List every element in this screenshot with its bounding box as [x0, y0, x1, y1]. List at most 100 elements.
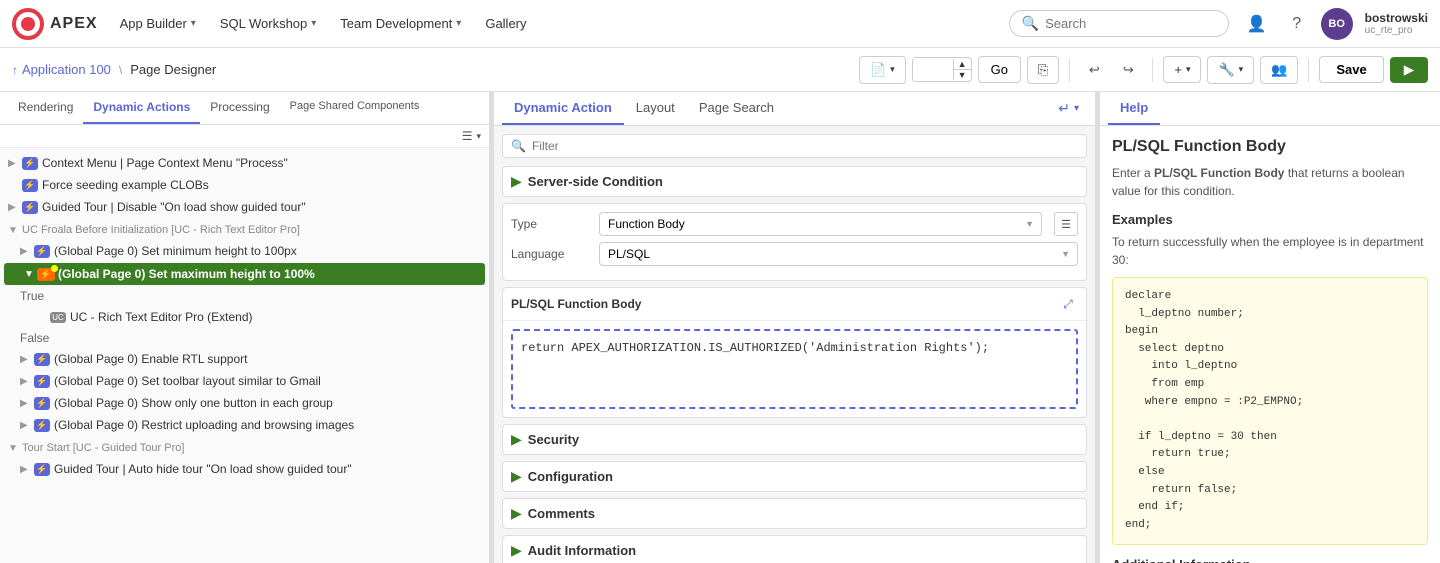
tab-help[interactable]: Help	[1108, 92, 1160, 125]
user-info[interactable]: bostrowski uc_rte_pro	[1365, 11, 1428, 36]
tree-item-guided-tour-auto[interactable]: ▶ ⚡ Guided Tour | Auto hide tour "On loa…	[0, 458, 489, 480]
top-navigation: APEX App Builder ▾ SQL Workshop ▾ Team D…	[0, 0, 1440, 48]
language-row: Language PL/SQL	[511, 242, 1078, 266]
toolbar-divider-1	[1069, 58, 1070, 82]
nav-team-dev[interactable]: Team Development ▾	[330, 10, 471, 37]
tree-item-label: (Global Page 0) Enable RTL support	[54, 352, 481, 366]
toolbar-right: 📄 ▾ 0 ▲ ▼ Go ⎘ ↩ ↪ + ▾ 🔧 ▾ 👥 Save ▶	[859, 56, 1428, 84]
add-button[interactable]: + ▾	[1163, 56, 1201, 83]
tree-item-label: Context Menu | Page Context Menu "Proces…	[42, 156, 481, 170]
tab-rendering[interactable]: Rendering	[8, 92, 83, 124]
lightning-icon: ⚡	[34, 417, 50, 433]
tree-item-label: Guided Tour | Auto hide tour "On load sh…	[54, 462, 481, 476]
help-title: PL/SQL Function Body	[1112, 138, 1428, 156]
page-num-down[interactable]: ▼	[954, 70, 971, 80]
tab-processing[interactable]: Processing	[200, 92, 279, 124]
notifications-button[interactable]: 👤	[1241, 8, 1273, 40]
breadcrumb-app-label: Application 100	[22, 62, 111, 77]
language-label: Language	[511, 242, 591, 261]
tree-item-force-seeding[interactable]: ⚡ Force seeding example CLOBs	[0, 174, 489, 196]
help-content: PL/SQL Function Body Enter a PL/SQL Func…	[1100, 126, 1440, 563]
comments-section[interactable]: ▶ Comments	[502, 498, 1087, 529]
apex-logo-text: APEX	[50, 15, 98, 33]
nav-app-builder[interactable]: App Builder ▾	[110, 10, 206, 37]
tree-item-toolbar[interactable]: ▶ ⚡ (Global Page 0) Set toolbar layout s…	[0, 370, 489, 392]
chevron-icon: ▶	[8, 158, 18, 169]
section-title: Security	[528, 432, 579, 447]
run-button[interactable]: ▶	[1390, 57, 1428, 83]
lightning-icon: ⚡	[34, 351, 50, 367]
tree-item-label: Guided Tour | Disable "On load show guid…	[42, 200, 481, 214]
shared-comp-button[interactable]: 👥	[1260, 56, 1298, 84]
tree-item-uc-extend[interactable]: UC UC - Rich Text Editor Pro (Extend)	[0, 306, 489, 328]
save-button[interactable]: Save	[1319, 56, 1383, 83]
tab-page-search[interactable]: Page Search	[687, 92, 786, 125]
type-label: Type	[511, 212, 591, 231]
redo-button[interactable]: ↪	[1114, 56, 1142, 84]
middle-tab-action[interactable]: ↵ ▾	[1050, 96, 1087, 121]
section-title: Server-side Condition	[528, 174, 663, 189]
copy-button[interactable]: ⎘	[1027, 56, 1059, 84]
undo-button[interactable]: ↩	[1080, 56, 1108, 84]
chevron-down-icon: ▼	[8, 225, 18, 236]
page-icon: 📄	[870, 62, 886, 78]
tree-options-button[interactable]: ☰ ▾	[462, 129, 481, 143]
tree-item-restrict-upload[interactable]: ▶ ⚡ (Global Page 0) Restrict uploading a…	[0, 414, 489, 436]
tree-item-label: (Global Page 0) Show only one button in …	[54, 396, 481, 410]
type-row: Type Function Body ☰	[511, 212, 1078, 236]
chevron-icon: ▼	[24, 269, 34, 280]
search-bar[interactable]: 🔍	[1009, 10, 1229, 37]
help-button[interactable]: ?	[1281, 8, 1313, 40]
page-num-up[interactable]: ▲	[954, 59, 971, 70]
plsql-code: return APEX_AUTHORIZATION.IS_AUTHORIZED(…	[521, 341, 989, 355]
type-select[interactable]: Function Body	[599, 212, 1042, 236]
type-list-icon[interactable]: ☰	[1054, 212, 1078, 236]
help-description: Enter a PL/SQL Function Body that return…	[1112, 164, 1428, 200]
language-select[interactable]: PL/SQL	[599, 242, 1078, 266]
page-number-input[interactable]: 0	[913, 58, 949, 81]
nav-icons: 👤 ? BO bostrowski uc_rte_pro	[1241, 8, 1428, 40]
audit-information-section[interactable]: ▶ Audit Information	[502, 535, 1087, 563]
help-code-block: declare l_deptno number; begin select de…	[1112, 277, 1428, 545]
wrench-button[interactable]: 🔧 ▾	[1207, 56, 1254, 84]
server-side-condition-header[interactable]: ▶ Server-side Condition	[502, 166, 1087, 197]
tree-item-context-menu[interactable]: ▶ ⚡ Context Menu | Page Context Menu "Pr…	[0, 152, 489, 174]
configuration-section[interactable]: ▶ Configuration	[502, 461, 1087, 492]
plsql-expand-button[interactable]: ⤢	[1058, 294, 1078, 314]
chevron-icon: ▶	[20, 464, 30, 475]
tree-item-min-height[interactable]: ▶ ⚡ (Global Page 0) Set minimum height t…	[0, 240, 489, 262]
search-input[interactable]	[1045, 16, 1216, 31]
tree-section-tour-start: ▼ Tour Start [UC - Guided Tour Pro]	[0, 438, 489, 458]
tree-item-guided-tour[interactable]: ▶ ⚡ Guided Tour | Disable "On load show …	[0, 196, 489, 218]
middle-content: 🔍 ▶ Server-side Condition Type Function …	[494, 126, 1095, 563]
tree-item-rtl[interactable]: ▶ ⚡ (Global Page 0) Enable RTL support	[0, 348, 489, 370]
chevron-icon: ▶	[8, 202, 18, 213]
user-avatar[interactable]: BO	[1321, 8, 1353, 40]
left-panel: Rendering Dynamic Actions Processing Pag…	[0, 92, 490, 563]
filter-input[interactable]	[532, 139, 1078, 153]
security-section[interactable]: ▶ Security	[502, 424, 1087, 455]
page-num-control[interactable]: 0 ▲ ▼	[912, 57, 972, 82]
apex-logo[interactable]: APEX	[12, 8, 98, 40]
lightning-icon: ⚡	[34, 373, 50, 389]
nav-sql-workshop[interactable]: SQL Workshop ▾	[210, 10, 326, 37]
breadcrumb-app-link[interactable]: ↑ Application 100	[12, 62, 111, 77]
tree-item-label: (Global Page 0) Set minimum height to 10…	[54, 244, 481, 258]
lightning-icon: ⚡	[22, 199, 38, 215]
go-button[interactable]: Go	[978, 56, 1021, 83]
page-selector-button[interactable]: 📄 ▾	[859, 56, 906, 84]
plsql-editor[interactable]: return APEX_AUTHORIZATION.IS_AUTHORIZED(…	[511, 329, 1078, 409]
tree-false-label: False	[0, 328, 489, 348]
tab-layout[interactable]: Layout	[624, 92, 687, 125]
nav-gallery[interactable]: Gallery	[475, 10, 536, 37]
tree-item-max-height[interactable]: ▼ ⚡ (Global Page 0) Set maximum height t…	[4, 263, 485, 285]
tab-dynamic-action[interactable]: Dynamic Action	[502, 92, 624, 125]
lightning-icon: ⚡	[34, 461, 50, 477]
tree-toolbar: ☰ ▾	[0, 125, 489, 148]
plsql-section: PL/SQL Function Body ⤢ return APEX_AUTHO…	[502, 287, 1087, 418]
tab-shared-components[interactable]: Page Shared Components	[280, 92, 430, 124]
tab-dynamic-actions[interactable]: Dynamic Actions	[83, 92, 200, 124]
tree-content: ▶ ⚡ Context Menu | Page Context Menu "Pr…	[0, 148, 489, 563]
tree-item-one-button[interactable]: ▶ ⚡ (Global Page 0) Show only one button…	[0, 392, 489, 414]
user-role: uc_rte_pro	[1365, 25, 1428, 36]
